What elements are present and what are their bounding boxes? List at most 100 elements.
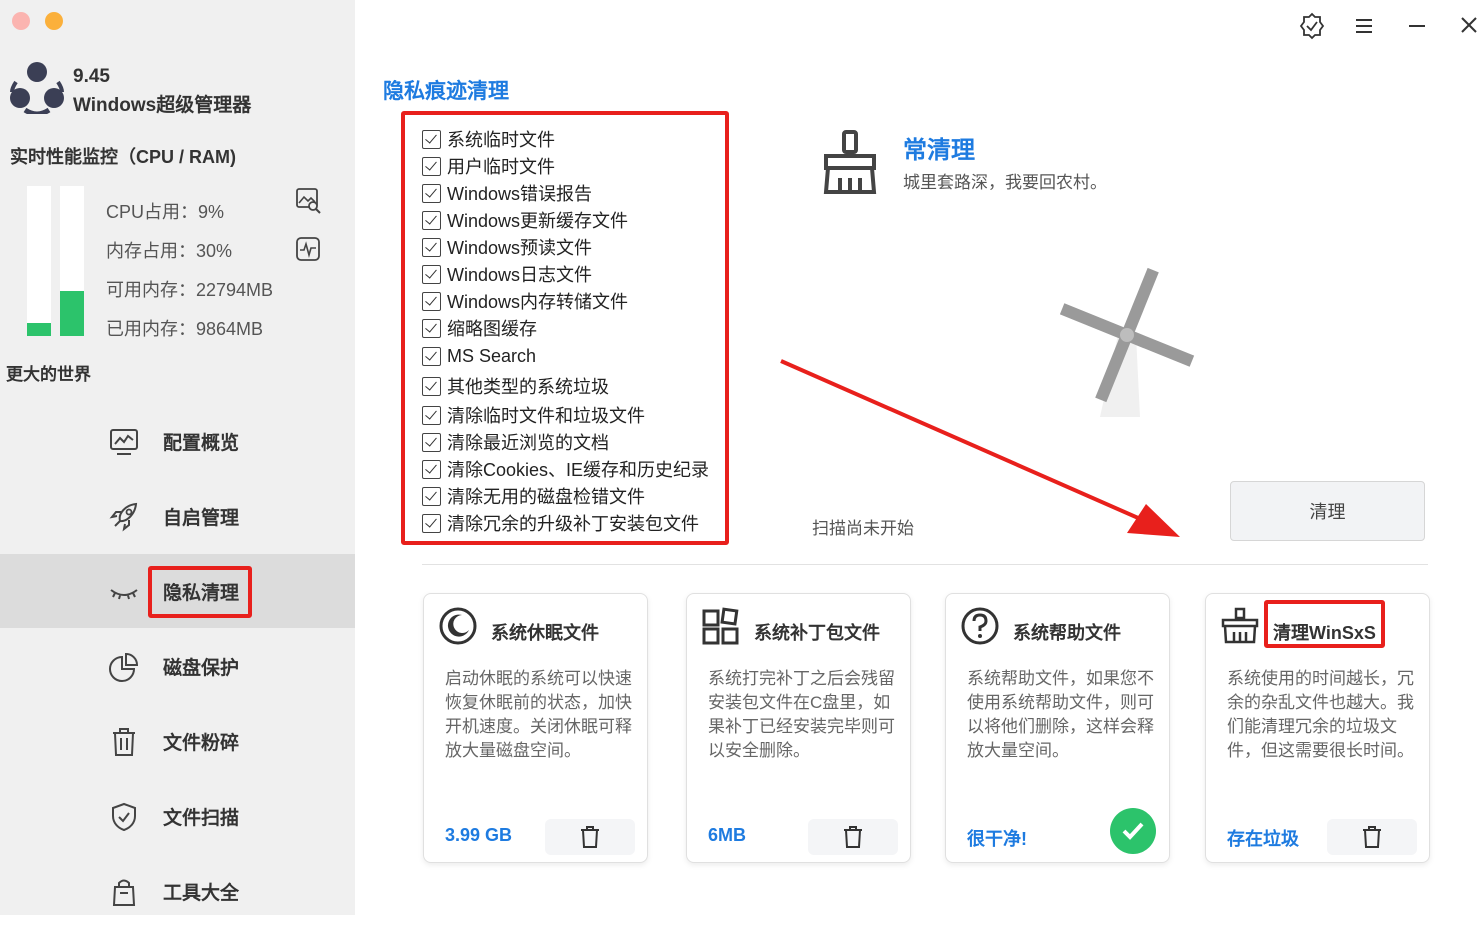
image-search-icon[interactable] <box>294 186 322 214</box>
card-value: 3.99 GB <box>445 825 513 845</box>
scan-status: 扫描尚未开始 <box>812 519 914 538</box>
nav-item-startup[interactable]: 自启管理 <box>0 479 355 553</box>
app-name: Windows超级管理器 <box>73 95 252 116</box>
card-description: 系统帮助文件，如果您不使用系统帮助文件，则可以将他们删除，这样会释放大量空间。 <box>967 669 1154 760</box>
checklist-item[interactable]: 其他类型的系统垃圾 <box>422 375 609 397</box>
card-help: 系统帮助文件 系统帮助文件，如果您不使用系统帮助文件，则可以将他们删除，这样会释… <box>945 593 1170 863</box>
delete-button[interactable] <box>545 819 635 855</box>
checkbox-checked[interactable] <box>422 210 441 230</box>
delete-button[interactable] <box>1327 819 1417 855</box>
checkbox-checked[interactable] <box>422 129 441 149</box>
divider <box>422 564 1428 565</box>
checkbox-checked[interactable] <box>422 376 441 396</box>
card-title: 系统补丁包文件 <box>754 623 880 643</box>
nav-label: 文件粉碎 <box>163 733 240 754</box>
checkbox-checked[interactable] <box>422 291 441 311</box>
ram-usage-bar <box>60 186 84 336</box>
clean-button[interactable]: 清理 <box>1230 481 1425 541</box>
checklist-item[interactable]: 清除冗余的升级补丁安装包文件 <box>422 512 699 534</box>
checklist-item[interactable]: Windows日志文件 <box>422 263 592 285</box>
checklist-label: Windows更新缓存文件 <box>447 211 629 231</box>
nav-item-disk-protect[interactable]: 磁盘保护 <box>0 629 355 703</box>
mode-description: 城里套路深，我要回农村。 <box>903 173 1107 192</box>
checkbox-checked[interactable] <box>422 156 441 176</box>
card-title: 系统帮助文件 <box>1013 623 1121 643</box>
trash-icon <box>113 728 135 756</box>
nav-item-file-scan[interactable]: 文件扫描 <box>0 779 355 853</box>
nav-item-overview[interactable]: 配置概览 <box>0 404 355 478</box>
checklist-label: Windows错误报告 <box>447 184 593 204</box>
nav-item-shredder[interactable]: 文件粉碎 <box>0 704 355 778</box>
checkbox-checked[interactable] <box>422 405 441 425</box>
checklist-item[interactable]: 清除Cookies、IE缓存和历史纪录 <box>422 458 709 480</box>
checkbox-checked[interactable] <box>422 346 441 366</box>
card-description: 系统使用的时间越长，冗余的杂乱文件也越大。我们能清理冗余的垃圾文件，但这需要很长… <box>1227 669 1414 760</box>
card-hibernate: 系统休眠文件 启动休眠的系统可以快速恢复休眠前的状态，加快开机速度。关闭休眠可释… <box>423 593 648 863</box>
app-logo-icon <box>10 62 64 114</box>
checklist-item[interactable]: 系统临时文件 <box>422 128 555 150</box>
checklist-item[interactable]: 清除最近浏览的文档 <box>422 431 609 453</box>
trash-icon <box>1363 826 1381 848</box>
card-patch: 系统补丁包文件 系统打完补丁之后会残留安装包文件在C盘里，如果补丁已经安装完毕则… <box>686 593 911 863</box>
checkbox-checked[interactable] <box>422 237 441 257</box>
app-version: 9.45 <box>73 66 110 87</box>
cpu-stat: CPU占用：9% <box>106 202 225 222</box>
pulse-monitor-icon[interactable] <box>294 235 322 263</box>
checklist-label: MS Search <box>447 345 537 366</box>
checkbox-checked[interactable] <box>422 318 441 338</box>
rocket-icon <box>109 502 138 532</box>
nav-label: 配置概览 <box>163 433 240 454</box>
checklist-label: 其他类型的系统垃圾 <box>447 377 609 397</box>
mem-stat: 内存占用：30% <box>106 241 233 261</box>
nav-label: 工具大全 <box>163 883 240 904</box>
trash-icon <box>581 826 599 848</box>
minimize-window-dot[interactable] <box>45 12 63 30</box>
checklist-label: Windows预读文件 <box>447 238 593 258</box>
card-description: 启动休眠的系统可以快速恢复休眠前的状态，加快开机速度。关闭休眠可释放大量磁盘空间… <box>445 669 632 760</box>
verified-badge-icon[interactable] <box>1297 11 1327 41</box>
pie-chart-icon <box>109 652 139 682</box>
checklist-label: 清除最近浏览的文档 <box>447 433 609 453</box>
winsxs-highlight-box <box>1264 600 1385 648</box>
nav-label: 文件扫描 <box>163 808 240 829</box>
nav-highlight-box <box>148 566 252 618</box>
checklist-item[interactable]: Windows内存转储文件 <box>422 290 628 312</box>
closed-eye-icon <box>110 589 138 600</box>
grid-icon <box>702 607 739 645</box>
card-title: 系统休眠文件 <box>491 623 599 643</box>
close-window-dot[interactable] <box>12 12 30 30</box>
checklist-item[interactable]: Windows错误报告 <box>422 182 592 204</box>
checkbox-checked[interactable] <box>422 459 441 479</box>
bigger-world-label: 更大的世界 <box>6 365 91 384</box>
checklist-label: 清除冗余的升级补丁安装包文件 <box>447 514 699 534</box>
checklist-label: Windows内存转储文件 <box>447 292 629 312</box>
mode-title: 常清理 <box>903 137 975 164</box>
checklist-item[interactable]: 清除临时文件和垃圾文件 <box>422 404 645 426</box>
checkbox-checked[interactable] <box>422 183 441 203</box>
shield-check-icon <box>112 802 136 832</box>
monitor-chart-icon <box>110 429 138 455</box>
checklist-item[interactable]: Windows预读文件 <box>422 236 592 258</box>
checklist-item[interactable]: 缩略图缓存 <box>422 317 537 339</box>
checklist-label: Windows日志文件 <box>447 265 593 285</box>
checklist-label: 用户临时文件 <box>447 157 555 177</box>
checklist-item[interactable]: 清除无用的磁盘检错文件 <box>422 485 645 507</box>
checklist-item[interactable]: Windows更新缓存文件 <box>422 209 628 231</box>
close-icon[interactable] <box>1454 11 1484 41</box>
used-mem-stat: 已用内存：9864MB <box>106 319 264 339</box>
menu-icon[interactable] <box>1349 11 1379 41</box>
nav-item-tools[interactable]: 工具大全 <box>0 854 355 928</box>
basket-icon <box>1221 607 1259 644</box>
card-value: 存在垃圾 <box>1227 829 1299 849</box>
check-icon <box>1122 822 1144 840</box>
checklist-item[interactable]: MS Search <box>422 345 536 367</box>
checkbox-checked[interactable] <box>422 432 441 452</box>
delete-button[interactable] <box>808 819 898 855</box>
checkbox-checked[interactable] <box>422 264 441 284</box>
checkbox-checked[interactable] <box>422 486 441 506</box>
bag-icon <box>112 879 136 906</box>
minimize-icon[interactable] <box>1402 11 1432 41</box>
checklist-item[interactable]: 用户临时文件 <box>422 155 555 177</box>
check-badge <box>1110 808 1156 854</box>
checkbox-checked[interactable] <box>422 513 441 533</box>
